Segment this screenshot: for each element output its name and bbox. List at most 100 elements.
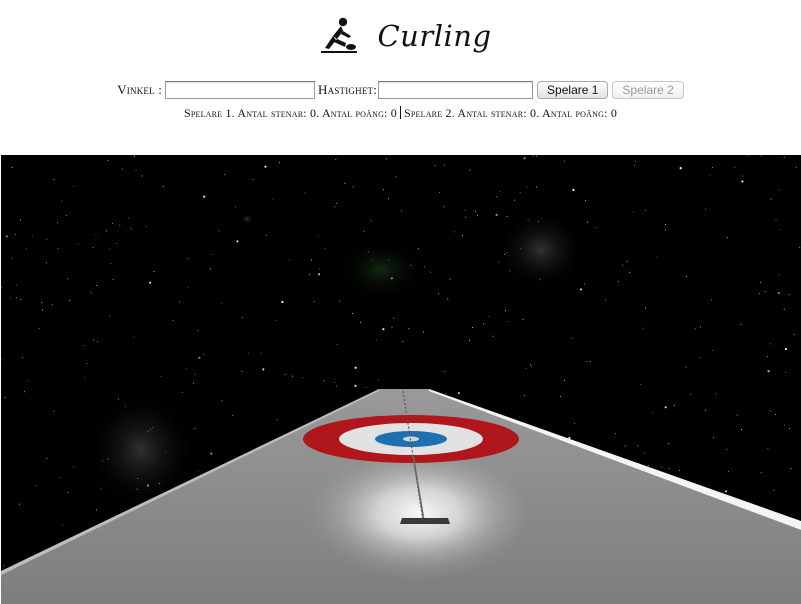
bright-star bbox=[241, 213, 253, 225]
star bbox=[73, 185, 74, 187]
star bbox=[571, 337, 572, 339]
star bbox=[453, 231, 455, 233]
hack-start[interactable] bbox=[400, 518, 450, 524]
star bbox=[642, 327, 644, 329]
star bbox=[112, 279, 114, 281]
star bbox=[109, 315, 111, 317]
star bbox=[760, 472, 762, 474]
star bbox=[445, 392, 447, 394]
nebula-right bbox=[496, 210, 586, 290]
score-status: Spelare 1. Antal stenar: 0. Antal poäng:… bbox=[0, 106, 801, 120]
star bbox=[586, 221, 588, 223]
star bbox=[622, 264, 624, 266]
angle-input[interactable] bbox=[165, 81, 316, 99]
star bbox=[711, 299, 713, 301]
star bbox=[393, 317, 395, 319]
star bbox=[241, 316, 243, 318]
star bbox=[656, 256, 658, 258]
star bbox=[15, 284, 17, 286]
star bbox=[323, 380, 325, 382]
game-canvas[interactable] bbox=[1, 155, 801, 604]
star bbox=[377, 379, 379, 381]
star bbox=[734, 166, 736, 168]
star bbox=[637, 445, 639, 447]
curler-icon bbox=[321, 17, 358, 53]
star bbox=[770, 198, 772, 200]
star bbox=[668, 468, 670, 470]
star bbox=[769, 343, 771, 345]
star bbox=[785, 372, 786, 374]
star bbox=[344, 182, 346, 184]
star bbox=[11, 257, 13, 259]
shot-controls: Vinkel : Hastighet: Spelare 1 Spelare 2 bbox=[0, 81, 801, 99]
star bbox=[276, 419, 278, 421]
star bbox=[778, 274, 780, 276]
star bbox=[690, 393, 692, 395]
star bbox=[741, 180, 744, 183]
star bbox=[65, 214, 67, 216]
star bbox=[224, 174, 226, 175]
star bbox=[302, 377, 304, 379]
star bbox=[3, 565, 5, 567]
star bbox=[499, 190, 501, 192]
star bbox=[160, 376, 162, 378]
star bbox=[318, 268, 320, 270]
angle-label: Vinkel : bbox=[117, 82, 163, 97]
star bbox=[51, 303, 53, 305]
speed-input[interactable] bbox=[378, 81, 534, 99]
star bbox=[726, 449, 728, 451]
star bbox=[309, 273, 310, 275]
star bbox=[759, 282, 761, 283]
star bbox=[712, 167, 714, 168]
house-target bbox=[303, 415, 519, 463]
star bbox=[526, 186, 528, 188]
star bbox=[96, 509, 97, 511]
star bbox=[19, 503, 20, 505]
star bbox=[62, 524, 64, 526]
star bbox=[265, 234, 267, 236]
star bbox=[472, 327, 473, 328]
star bbox=[679, 469, 681, 471]
star bbox=[742, 175, 744, 177]
star bbox=[365, 386, 367, 388]
star bbox=[354, 384, 357, 387]
star bbox=[69, 299, 70, 301]
star bbox=[260, 352, 262, 354]
star bbox=[564, 160, 566, 162]
star bbox=[705, 409, 707, 411]
star bbox=[694, 328, 696, 330]
star bbox=[747, 155, 749, 157]
star bbox=[525, 367, 527, 369]
star bbox=[764, 291, 766, 292]
star bbox=[97, 341, 99, 343]
star bbox=[272, 198, 274, 200]
star bbox=[759, 292, 761, 294]
star bbox=[507, 321, 509, 322]
star bbox=[769, 410, 771, 412]
star bbox=[532, 155, 534, 157]
star bbox=[713, 436, 715, 438]
player1-button[interactable]: Spelare 1 bbox=[537, 81, 609, 99]
star bbox=[284, 373, 286, 375]
star bbox=[462, 234, 463, 236]
star bbox=[53, 410, 55, 412]
star bbox=[664, 406, 667, 409]
star bbox=[210, 452, 213, 455]
star bbox=[391, 326, 393, 328]
star bbox=[53, 178, 55, 180]
star bbox=[318, 273, 321, 276]
star bbox=[736, 414, 738, 416]
star bbox=[784, 347, 788, 351]
star bbox=[95, 234, 97, 236]
star bbox=[198, 471, 199, 473]
star bbox=[218, 230, 220, 232]
star bbox=[629, 271, 631, 273]
star bbox=[709, 174, 711, 176]
player2-button[interactable]: Spelare 2 bbox=[612, 81, 684, 99]
star bbox=[252, 179, 254, 180]
star bbox=[583, 283, 585, 285]
star bbox=[700, 357, 702, 359]
star bbox=[324, 248, 326, 250]
star bbox=[275, 319, 277, 321]
star bbox=[506, 216, 508, 217]
